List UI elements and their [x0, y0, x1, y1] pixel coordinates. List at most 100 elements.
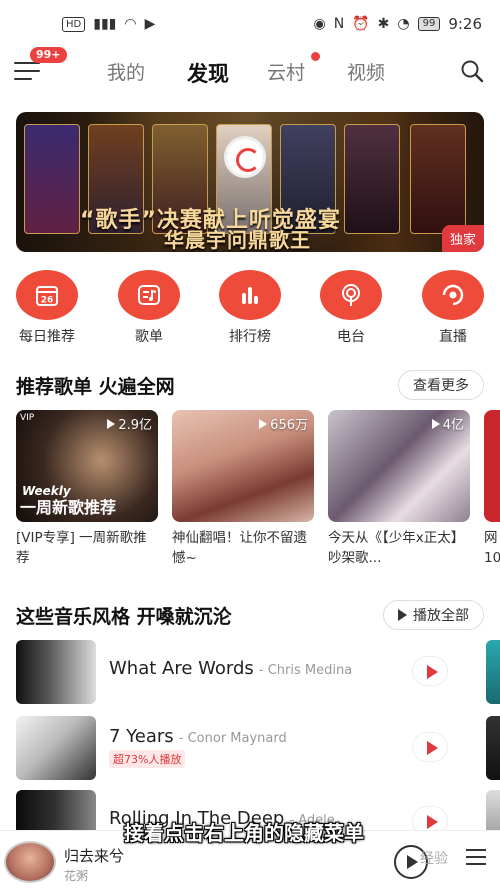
- tab-mine[interactable]: 我的: [107, 58, 187, 88]
- entry-daily-recommend[interactable]: 26 每日推荐: [12, 270, 82, 346]
- next-column-cover: [486, 640, 500, 704]
- notification-badge: 99+: [30, 47, 67, 63]
- entry-label: 电台: [337, 329, 365, 345]
- bar-chart-icon: [219, 270, 281, 320]
- playlist-card[interactable]: 4亿 今天从《【少年x正太】吵架歌...: [328, 410, 470, 568]
- entry-label: 排行榜: [229, 329, 271, 345]
- now-playing-title: 归去来兮: [64, 847, 125, 865]
- section-title: 这些音乐风格 开嗓就沉沦: [16, 606, 232, 628]
- entry-playlist[interactable]: 歌单: [114, 270, 184, 346]
- singer-card: [410, 124, 466, 234]
- recommend-header: 推荐歌单 火遍全网 查看更多: [16, 370, 484, 400]
- speed-icon: ◔: [397, 16, 410, 32]
- playlist-icon: [118, 270, 180, 320]
- tab-video[interactable]: 视频: [347, 58, 427, 88]
- play-count-value: 4亿: [442, 418, 464, 433]
- loading-spinner-icon: [224, 136, 266, 178]
- playlist-title: [VIP专享] 一周新歌推荐: [16, 530, 147, 566]
- play-button[interactable]: [412, 656, 448, 686]
- wifi-icon: ◠: [124, 16, 137, 32]
- entry-charts[interactable]: 排行榜: [215, 270, 285, 346]
- menu-icon[interactable]: [14, 62, 40, 82]
- entry-label: 歌单: [135, 329, 163, 345]
- tab-bar: 我的 发现 云村 视频: [107, 58, 427, 88]
- top-navigation: 99+ 我的 发现 云村 视频: [0, 47, 500, 92]
- entry-radio[interactable]: 电台: [316, 270, 386, 346]
- play-count-value: 2.9亿: [118, 418, 152, 433]
- new-dot-icon: [311, 52, 320, 61]
- signal-icon: ▮▮▮: [93, 16, 117, 32]
- song-info: What Are Words - Chris Medina: [109, 658, 352, 679]
- playlist-cover: 4亿: [328, 410, 470, 522]
- song-title: What Are Words: [109, 658, 254, 679]
- play-count-icon: [259, 419, 268, 429]
- play-count: 656万: [259, 414, 308, 433]
- next-column-cover: [486, 716, 500, 780]
- playlist-card[interactable]: 656万 神仙翻唱！让你不留遗憾~: [172, 410, 314, 568]
- singer-card: [344, 124, 400, 234]
- playlist-cover: VIP 2.9亿 Weekly 一周新歌推荐: [16, 410, 158, 522]
- calendar-icon: 26: [16, 270, 78, 320]
- song-info: 7 Years - Conor Maynard 超73%人播放: [109, 726, 287, 768]
- singer-card: [24, 124, 80, 234]
- play-all-label: 播放全部: [413, 608, 469, 624]
- battery-icon: 99: [417, 17, 441, 31]
- hd-indicator: HD: [62, 16, 86, 32]
- clock: 9:26: [448, 15, 482, 33]
- now-playing-artist: 花粥: [64, 869, 89, 883]
- quick-entries: 26 每日推荐 歌单 排行榜 电台 直播: [0, 270, 500, 350]
- playlist-title: 今天从《【少年x正太】吵架歌...: [328, 530, 465, 566]
- vip-badge: VIP: [20, 413, 35, 423]
- entry-label: 直播: [439, 329, 467, 345]
- section-title: 推荐歌单 火遍全网: [16, 376, 175, 398]
- alarm-icon: ⏰: [352, 16, 370, 32]
- styles-header: 这些音乐风格 开嗓就沉沦 播放全部: [16, 600, 484, 630]
- song-title: 7 Years: [109, 726, 174, 747]
- playlist-queue-icon[interactable]: [466, 849, 486, 869]
- now-playing-cover[interactable]: [4, 841, 56, 883]
- play-all-button[interactable]: 播放全部: [383, 600, 484, 630]
- play-count-value: 656万: [270, 418, 308, 433]
- tutorial-subtitle: 接着点击右上角的隐藏菜单: [124, 821, 364, 845]
- tab-cloud-village[interactable]: 云村: [267, 58, 347, 88]
- entry-label: 每日推荐: [19, 329, 75, 345]
- status-right: ◉ N ⏰ ✱ ◔ 99 9:26: [313, 15, 482, 33]
- video-icon: ▶: [144, 16, 156, 32]
- song-artist: - Chris Medina: [258, 663, 353, 678]
- play-count: 4亿: [431, 414, 464, 433]
- play-button[interactable]: [412, 732, 448, 762]
- bluetooth-icon: ✱: [377, 16, 390, 32]
- playlist-title: 神仙翻唱！让你不留遗憾~: [172, 530, 307, 566]
- calendar-date: 26: [41, 296, 54, 306]
- playlist-card-partial[interactable]: 网10: [484, 410, 500, 568]
- status-left: HD ▮▮▮ ◠ ▶: [62, 16, 156, 32]
- play-count: 2.9亿: [107, 414, 152, 433]
- live-icon: [422, 270, 484, 320]
- tab-discover[interactable]: 发现: [187, 58, 267, 88]
- song-row[interactable]: 7 Years - Conor Maynard 超73%人播放: [16, 716, 500, 782]
- play-count-icon: [107, 419, 116, 429]
- eye-icon: ◉: [313, 16, 326, 32]
- playlist-carousel: VIP 2.9亿 Weekly 一周新歌推荐 [VIP专享] 一周新歌推荐 65…: [16, 410, 500, 570]
- banner-subheadline: 华晨宇问鼎歌王: [164, 228, 311, 252]
- album-cover: [16, 716, 96, 780]
- entry-live[interactable]: 直播: [418, 270, 488, 346]
- playlist-cover: [484, 410, 500, 522]
- playlist-title: 网10: [484, 530, 500, 566]
- exclusive-tag: 独家: [441, 225, 484, 252]
- song-artist: - Conor Maynard: [178, 731, 287, 746]
- song-row[interactable]: What Are Words - Chris Medina: [16, 640, 500, 706]
- play-icon: [398, 609, 407, 621]
- popularity-tag: 超73%人播放: [109, 750, 186, 768]
- radio-icon: [320, 270, 382, 320]
- view-more-button[interactable]: 查看更多: [398, 370, 484, 400]
- album-cover: [16, 640, 96, 704]
- playlist-card[interactable]: VIP 2.9亿 Weekly 一周新歌推荐 [VIP专享] 一周新歌推荐: [16, 410, 158, 568]
- search-icon[interactable]: [460, 59, 484, 83]
- playlist-cover: 656万: [172, 410, 314, 522]
- play-count-icon: [431, 419, 440, 429]
- watermark: 经验: [420, 851, 448, 867]
- promo-banner[interactable]: “歌手”决赛献上听觉盛宴 华晨宇问鼎歌王 独家: [16, 112, 484, 252]
- nfc-icon: N: [333, 16, 345, 32]
- cover-text-title: 一周新歌推荐: [20, 498, 117, 517]
